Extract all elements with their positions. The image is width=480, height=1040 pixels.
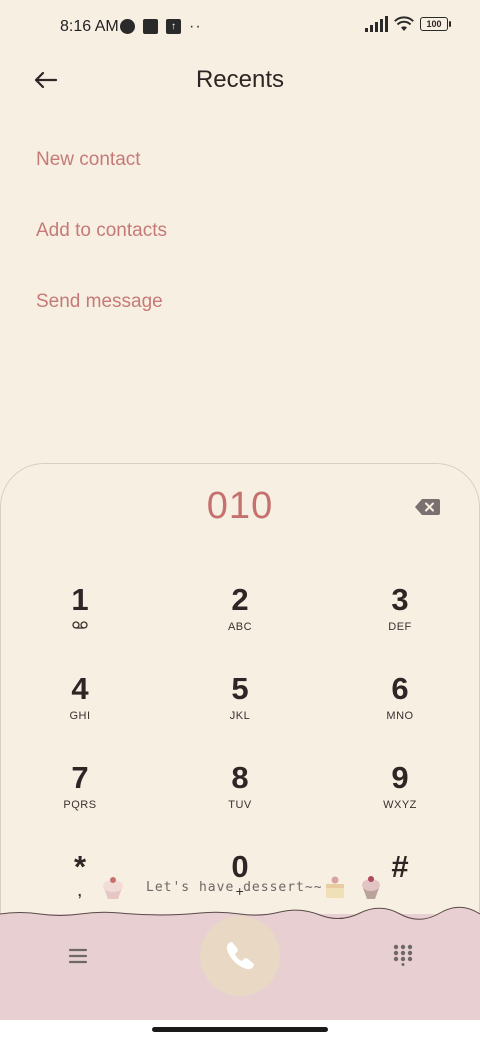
- cake-icon: [326, 876, 344, 898]
- app-notification-icon: [120, 19, 135, 34]
- key-letters: PQRS: [63, 799, 97, 811]
- cupcake-icon: [362, 876, 380, 899]
- key-digit: 3: [391, 582, 409, 617]
- dial-key-7[interactable]: 7 PQRS: [20, 762, 140, 842]
- call-button[interactable]: [200, 916, 280, 996]
- home-indicator[interactable]: [152, 1027, 328, 1032]
- dial-key-5[interactable]: 5 JKL: [180, 673, 300, 753]
- cupcake-icon: [103, 877, 123, 899]
- backspace-icon[interactable]: [414, 498, 440, 516]
- keypad-grid-icon[interactable]: [392, 944, 414, 966]
- dial-key-6[interactable]: 6 MNO: [340, 673, 460, 753]
- key-digit: 5: [231, 671, 249, 706]
- system-status: 100: [365, 16, 451, 32]
- battery-icon: 100: [420, 17, 451, 31]
- dial-key-8[interactable]: 8 TUV: [180, 762, 300, 842]
- status-time: 8:16 AM: [60, 18, 119, 35]
- phone-icon: [226, 942, 254, 970]
- square-notification-icon: [143, 19, 158, 34]
- dial-key-9[interactable]: 9 WXYZ: [340, 762, 460, 842]
- key-letters: WXYZ: [383, 799, 417, 811]
- key-letters: MNO: [386, 710, 414, 722]
- dial-key-2[interactable]: 2 ABC: [180, 584, 300, 664]
- key-digit: 6: [391, 671, 409, 706]
- wifi-icon: [394, 16, 414, 31]
- key-letters: GHI: [69, 710, 91, 722]
- key-digit: 8: [231, 760, 249, 795]
- signal-icon: [365, 16, 388, 32]
- dial-key-4[interactable]: 4 GHI: [20, 673, 140, 753]
- dial-key-3[interactable]: 3 DEF: [340, 584, 460, 664]
- dialer-screen: 8:16 AM ↑ ·· 100 Recents New contact Add…: [0, 0, 480, 1040]
- key-digit: 2: [231, 582, 249, 617]
- key-digit: 4: [71, 671, 89, 706]
- more-notifications-icon: ··: [189, 18, 202, 35]
- page-title: Recents: [195, 66, 285, 93]
- add-to-contacts-link[interactable]: Add to contacts: [36, 220, 167, 242]
- key-letters: TUV: [228, 799, 252, 811]
- dessert-text: Let's have dessert~~: [146, 880, 323, 895]
- dial-key-1[interactable]: 1: [20, 584, 140, 664]
- menu-icon[interactable]: [66, 944, 90, 968]
- key-digit: 9: [391, 760, 409, 795]
- key-digit: 7: [71, 760, 89, 795]
- new-contact-link[interactable]: New contact: [36, 149, 141, 171]
- key-letters: ABC: [227, 621, 253, 633]
- dialed-number: 010: [206, 485, 274, 527]
- voicemail-icon: [72, 621, 88, 629]
- key-letters: DEF: [388, 621, 412, 633]
- status-bar: 8:16 AM ↑ ·· 100: [0, 0, 480, 56]
- send-message-link[interactable]: Send message: [36, 291, 163, 313]
- key-digit: 1: [71, 582, 89, 617]
- key-letters: JKL: [229, 710, 251, 722]
- upload-icon: ↑: [166, 19, 181, 34]
- notification-icons: ↑ ··: [120, 18, 202, 35]
